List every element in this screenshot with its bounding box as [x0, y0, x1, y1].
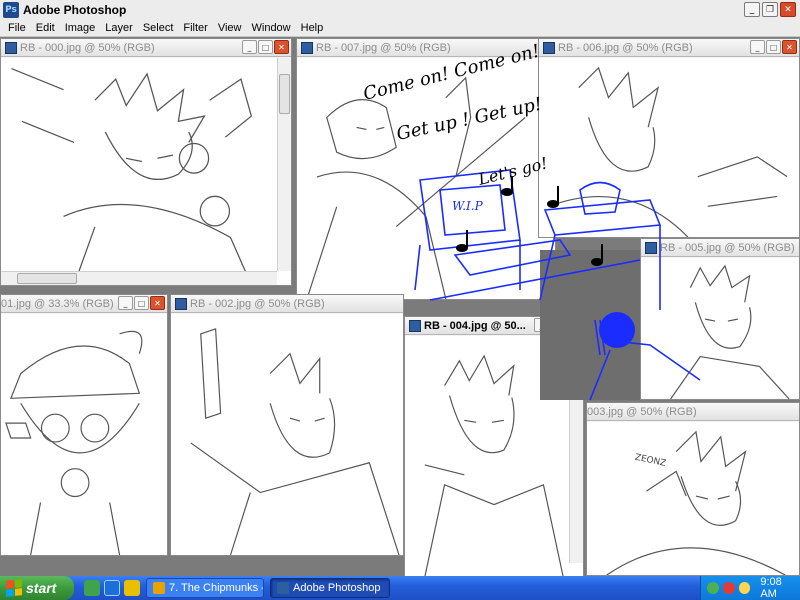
app-title: Adobe Photoshop: [23, 3, 127, 17]
sketch-drawing: ZEONZ: [606, 430, 786, 575]
minimize-button[interactable]: _: [118, 296, 133, 310]
clock[interactable]: 9:08 AM: [760, 576, 800, 600]
task-label: Adobe Photoshop: [293, 582, 381, 594]
close-button[interactable]: ✕: [780, 2, 796, 17]
document-window-003[interactable]: 003.jpg @ 50% (RGB) ZEONZ: [586, 402, 800, 576]
document-window-002[interactable]: RB - 002.jpg @ 50% (RGB): [170, 294, 404, 556]
sketch-drawing: [306, 76, 526, 299]
close-button[interactable]: ✕: [566, 318, 581, 332]
horizontal-scrollbar[interactable]: [1, 271, 277, 285]
menu-view[interactable]: View: [213, 22, 247, 34]
vertical-scrollbar[interactable]: [569, 336, 583, 563]
app-window-buttons: _ ❐ ✕: [744, 2, 796, 17]
document-titlebar[interactable]: RB - 004.jpg @ 50... _ □ ✕: [405, 317, 583, 335]
start-button[interactable]: start: [0, 576, 74, 600]
desktop-icon[interactable]: [84, 580, 100, 596]
canvas[interactable]: ZEONZ: [587, 422, 799, 575]
winamp-icon: [153, 582, 165, 594]
minimize-button[interactable]: _: [534, 318, 549, 332]
app-titlebar: Ps Adobe Photoshop _ ❐ ✕: [0, 0, 800, 20]
canvas[interactable]: [641, 258, 799, 399]
quick-launch: [84, 580, 140, 596]
photoshop-icon: Ps: [3, 2, 19, 18]
minimize-button[interactable]: _: [744, 2, 760, 17]
sketch-drawing: [424, 354, 564, 577]
document-window-004[interactable]: RB - 004.jpg @ 50... _ □ ✕: [404, 316, 584, 578]
taskbar: start 7. The Chipmunks - F... Adobe Phot…: [0, 576, 800, 600]
document-title: RB - 005.jpg @ 50% (RGB): [660, 241, 795, 254]
task-chipmunks[interactable]: 7. The Chipmunks - F...: [146, 578, 264, 598]
document-titlebar[interactable]: 003.jpg @ 50% (RGB): [587, 403, 799, 421]
document-titlebar[interactable]: 01.jpg @ 33.3% (RGB) _ □ ✕: [1, 295, 167, 313]
menu-edit[interactable]: Edit: [31, 22, 60, 34]
document-window-007[interactable]: RB - 007.jpg @ 50% (RGB): [296, 38, 556, 300]
close-button[interactable]: ✕: [274, 40, 289, 54]
document-title: 003.jpg @ 50% (RGB): [587, 405, 697, 418]
vertical-scrollbar[interactable]: [277, 58, 291, 271]
document-title: RB - 002.jpg @ 50% (RGB): [190, 297, 325, 310]
volume-icon[interactable]: [738, 582, 751, 594]
photoshop-icon: [277, 582, 289, 594]
maximize-button[interactable]: □: [134, 296, 149, 310]
sketch-drawing: [548, 66, 788, 237]
document-titlebar[interactable]: RB - 005.jpg @ 50% (RGB): [641, 239, 799, 257]
document-icon: [175, 297, 187, 310]
menu-select[interactable]: Select: [138, 22, 179, 34]
network-icon[interactable]: [707, 582, 719, 594]
document-title: RB - 004.jpg @ 50...: [424, 319, 526, 332]
sketch-drawing: [670, 264, 790, 399]
maximize-button[interactable]: □: [766, 40, 781, 54]
document-window-005[interactable]: RB - 005.jpg @ 50% (RGB): [640, 238, 800, 400]
task-photoshop[interactable]: Adobe Photoshop: [270, 578, 390, 598]
canvas[interactable]: [1, 314, 167, 555]
security-icon[interactable]: [722, 582, 735, 594]
task-label: 7. The Chipmunks - F...: [169, 582, 263, 594]
restore-button[interactable]: ❐: [762, 2, 778, 17]
canvas[interactable]: [1, 58, 291, 285]
document-window-001[interactable]: 01.jpg @ 33.3% (RGB) _ □ ✕: [0, 294, 168, 556]
minimize-button[interactable]: _: [242, 40, 257, 54]
document-titlebar[interactable]: RB - 006.jpg @ 50% (RGB) _ □ ✕: [539, 39, 799, 57]
close-button[interactable]: ✕: [150, 296, 165, 310]
document-icon: [409, 319, 421, 332]
document-icon: [301, 41, 313, 54]
document-titlebar[interactable]: RB - 007.jpg @ 50% (RGB): [297, 39, 555, 57]
document-title: RB - 007.jpg @ 50% (RGB): [316, 41, 451, 54]
menu-filter[interactable]: Filter: [178, 22, 212, 34]
document-titlebar[interactable]: RB - 000.jpg @ 50% (RGB) _ □ ✕: [1, 39, 291, 57]
close-button[interactable]: ✕: [782, 40, 797, 54]
sketch-drawing: [11, 67, 253, 285]
system-tray: 9:08 AM: [700, 576, 800, 600]
maximize-button[interactable]: □: [550, 318, 565, 332]
document-window-006[interactable]: RB - 006.jpg @ 50% (RGB) _ □ ✕: [538, 38, 800, 238]
maximize-button[interactable]: □: [258, 40, 273, 54]
start-label: start: [26, 580, 57, 596]
sketch-drawing: [5, 330, 143, 555]
menu-image[interactable]: Image: [60, 22, 101, 34]
document-title: RB - 006.jpg @ 50% (RGB): [558, 41, 693, 54]
document-icon: [645, 241, 657, 254]
sketch-drawing: [190, 328, 400, 555]
document-title: 01.jpg @ 33.3% (RGB): [1, 297, 114, 310]
canvas[interactable]: [405, 336, 583, 577]
menu-layer[interactable]: Layer: [100, 22, 138, 34]
minimize-button[interactable]: _: [750, 40, 765, 54]
document-icon: [5, 41, 17, 54]
document-window-000[interactable]: RB - 000.jpg @ 50% (RGB) _ □ ✕: [0, 38, 292, 286]
document-icon: [543, 41, 555, 54]
canvas[interactable]: [171, 314, 403, 555]
document-titlebar[interactable]: RB - 002.jpg @ 50% (RGB): [171, 295, 403, 313]
menu-bar: File Edit Image Layer Select Filter View…: [0, 20, 800, 37]
canvas[interactable]: [297, 58, 555, 299]
media-player-icon[interactable]: [124, 580, 140, 596]
windows-logo-icon: [6, 579, 22, 597]
menu-file[interactable]: File: [3, 22, 31, 34]
menu-help[interactable]: Help: [296, 22, 329, 34]
internet-explorer-icon[interactable]: [104, 580, 120, 596]
document-title: RB - 000.jpg @ 50% (RGB): [20, 41, 155, 54]
canvas[interactable]: [539, 58, 799, 237]
sketch-signature: ZEONZ: [634, 453, 667, 469]
menu-window[interactable]: Window: [247, 22, 296, 34]
